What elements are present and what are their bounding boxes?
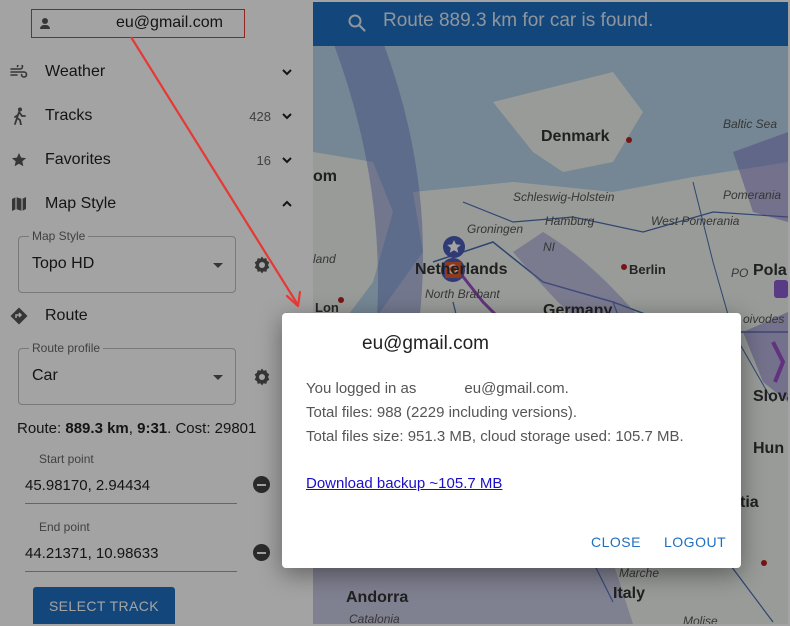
logout-button[interactable]: LOGOUT <box>664 534 726 550</box>
account-dialog: eu@gmail.com You logged in as eu@gmail.co… <box>282 313 741 568</box>
logged-prefix: You logged in as <box>306 380 417 397</box>
dialog-title: eu@gmail.com <box>362 333 489 354</box>
total-size-line: Total files size: 951.3 MB, cloud storag… <box>306 428 684 445</box>
logged-in-line: You logged in as eu@gmail.com. <box>306 380 569 397</box>
total-files-line: Total files: 988 (2229 including version… <box>306 404 577 421</box>
close-button[interactable]: CLOSE <box>591 534 641 550</box>
download-backup-link[interactable]: Download backup ~105.7 MB <box>306 475 502 492</box>
logged-email: eu@gmail.com. <box>464 380 569 397</box>
